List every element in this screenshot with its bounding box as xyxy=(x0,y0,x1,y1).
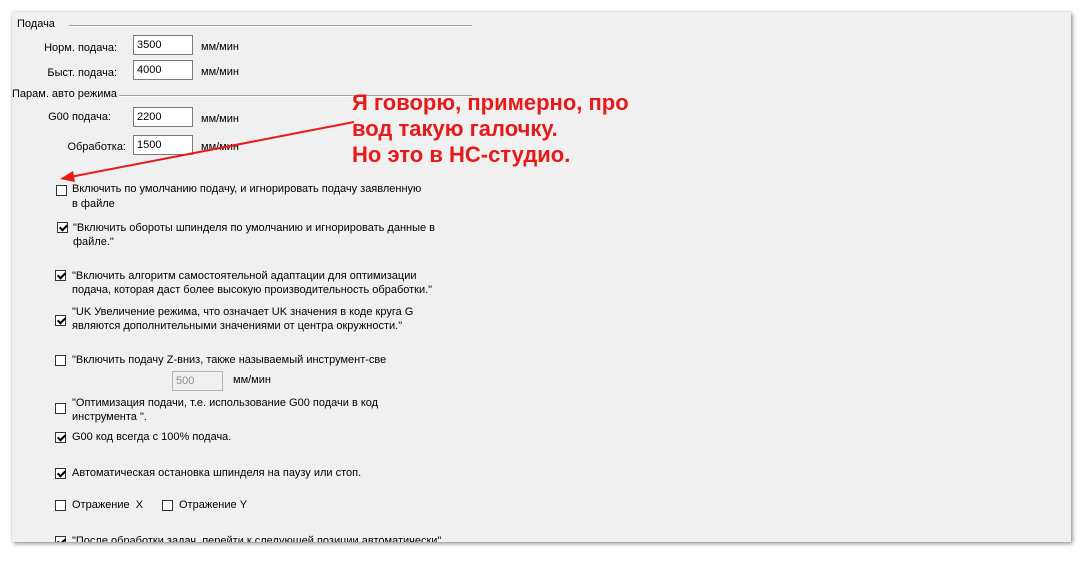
annotation-line-3: Но это в НС-студио. xyxy=(352,142,571,167)
annotation-arrow-line xyxy=(69,121,355,178)
annotation-line-2: вод такую галочку. xyxy=(352,116,558,141)
annotation-arrow xyxy=(60,121,355,182)
annotation-line-1: Я говорю, примерно, про xyxy=(352,90,629,115)
annotation-text: Я говорю, примерно, про вод такую галочк… xyxy=(352,90,629,168)
annotation-arrow-head xyxy=(60,171,75,182)
